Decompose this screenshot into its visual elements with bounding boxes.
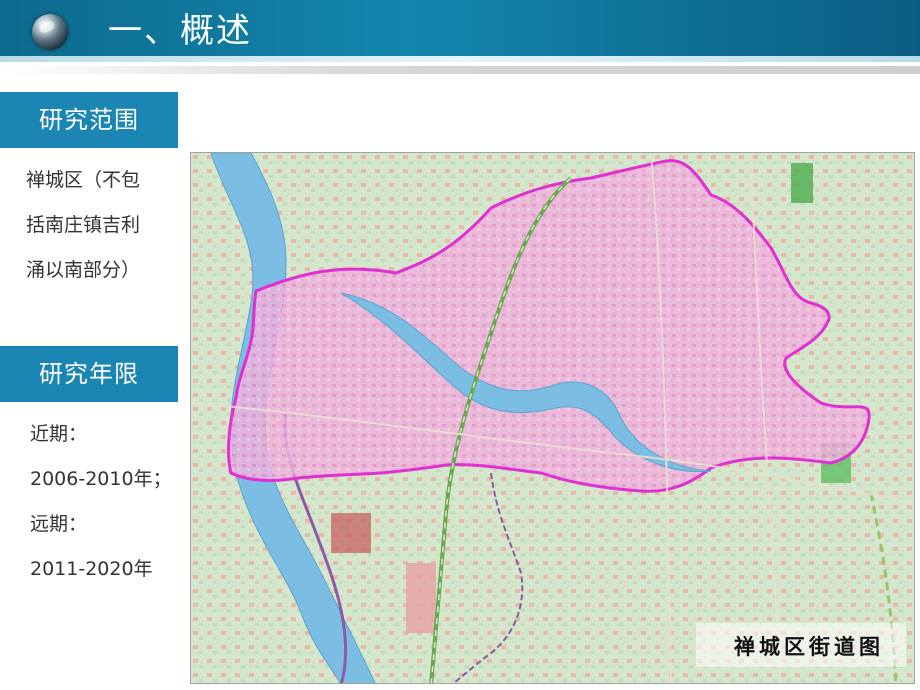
scope-line: 涌以南部分） (26, 259, 141, 281)
globe-icon (32, 14, 68, 50)
period-line: 2006-2010年； (30, 468, 172, 490)
scope-line: 括南庄镇吉利 (26, 214, 141, 236)
period-text: 近期： 2006-2010年； 远期： 2011-2020年 (30, 412, 190, 592)
page-title: 一、概述 (108, 11, 252, 51)
building-area (406, 563, 436, 633)
period-line: 2011-2020年 (30, 558, 153, 580)
header-bar: 一、概述 (0, 0, 920, 62)
park-area (791, 163, 813, 203)
section-label-period: 研究年限 (0, 346, 178, 402)
period-line: 近期： (30, 423, 88, 445)
building-area (331, 513, 371, 553)
period-line: 远期： (30, 513, 88, 535)
header-divider (0, 66, 920, 74)
map-caption: 禅城区街道图 (734, 635, 884, 659)
district-map: 禅城区街道图 (190, 152, 915, 684)
scope-line: 禅城区（不包 (26, 169, 141, 191)
map-graphic (191, 153, 914, 683)
scope-text: 禅城区（不包 括南庄镇吉利 涌以南部分） (26, 158, 176, 293)
section-label-scope: 研究范围 (0, 92, 178, 148)
